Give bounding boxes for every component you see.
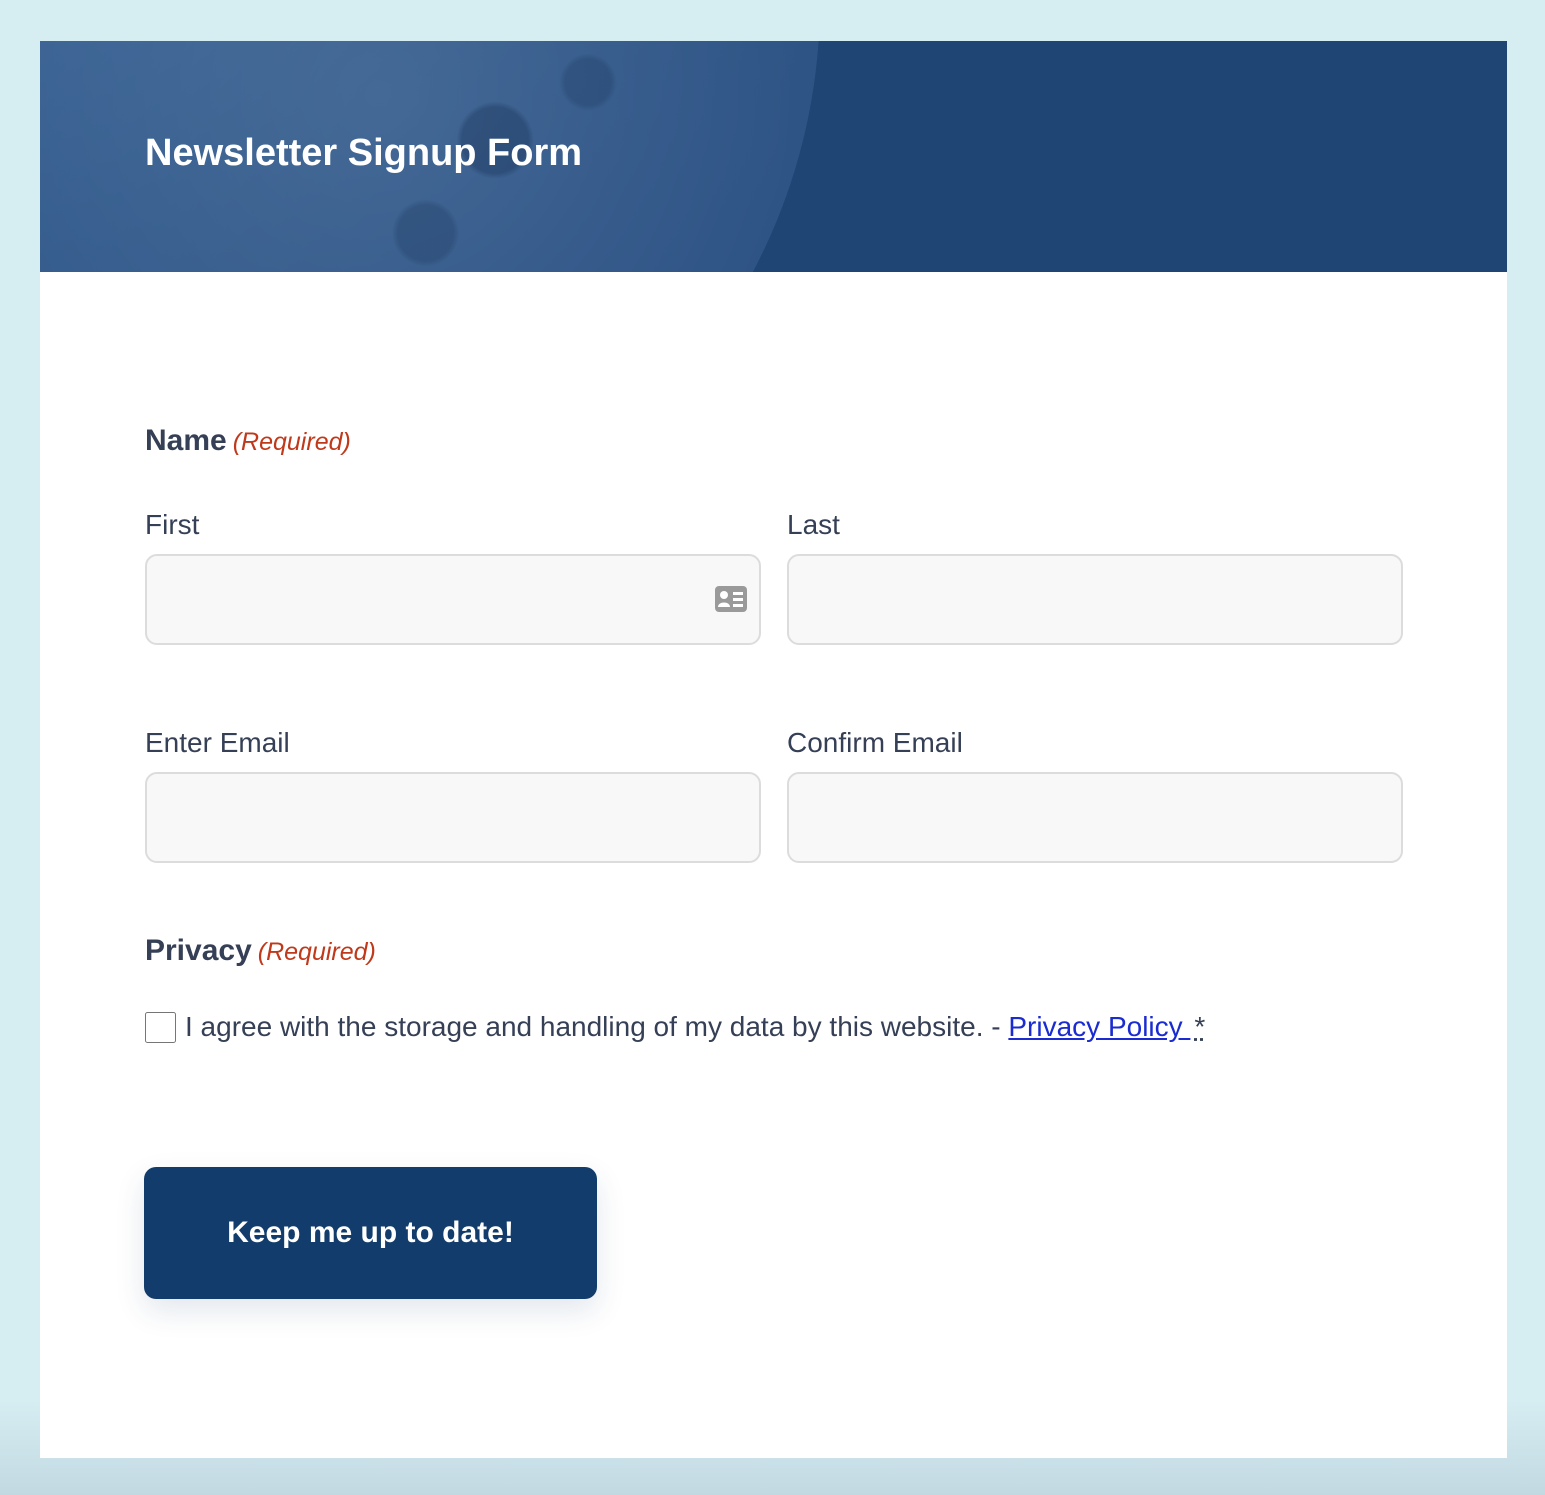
submit-button[interactable]: Keep me up to date! — [144, 1167, 597, 1299]
last-name-input[interactable] — [787, 554, 1403, 645]
first-name-label: First — [145, 509, 200, 540]
form-header: Newsletter Signup Form — [40, 41, 1507, 272]
name-label-text: Name — [145, 424, 227, 457]
email-input[interactable] — [145, 772, 761, 863]
privacy-consent-text: I agree with the storage and handling of… — [185, 1007, 1205, 1047]
first-name-input[interactable] — [145, 554, 761, 645]
form-card: Newsletter Signup Form Name (Required) Fi… — [40, 41, 1507, 1458]
confirm-email-input[interactable] — [787, 772, 1403, 863]
name-field-label: Name (Required) — [145, 422, 351, 461]
consent-statement: I agree with the storage and handling of… — [185, 1011, 1009, 1042]
last-name-label: Last — [787, 509, 840, 540]
privacy-required-indicator: (Required) — [257, 938, 376, 966]
privacy-consent-checkbox[interactable] — [145, 1012, 176, 1043]
privacy-label-text: Privacy — [145, 934, 252, 967]
contact-card-icon[interactable] — [715, 586, 747, 612]
name-required-indicator: (Required) — [232, 428, 351, 456]
privacy-field-label: Privacy (Required) — [145, 932, 376, 971]
enter-email-label: Enter Email — [145, 727, 290, 758]
confirm-email-label: Confirm Email — [787, 727, 963, 758]
privacy-policy-link[interactable]: Privacy Policy — [1008, 1011, 1190, 1042]
required-asterisk: * — [1194, 1011, 1206, 1042]
form-title: Newsletter Signup Form — [145, 132, 583, 174]
